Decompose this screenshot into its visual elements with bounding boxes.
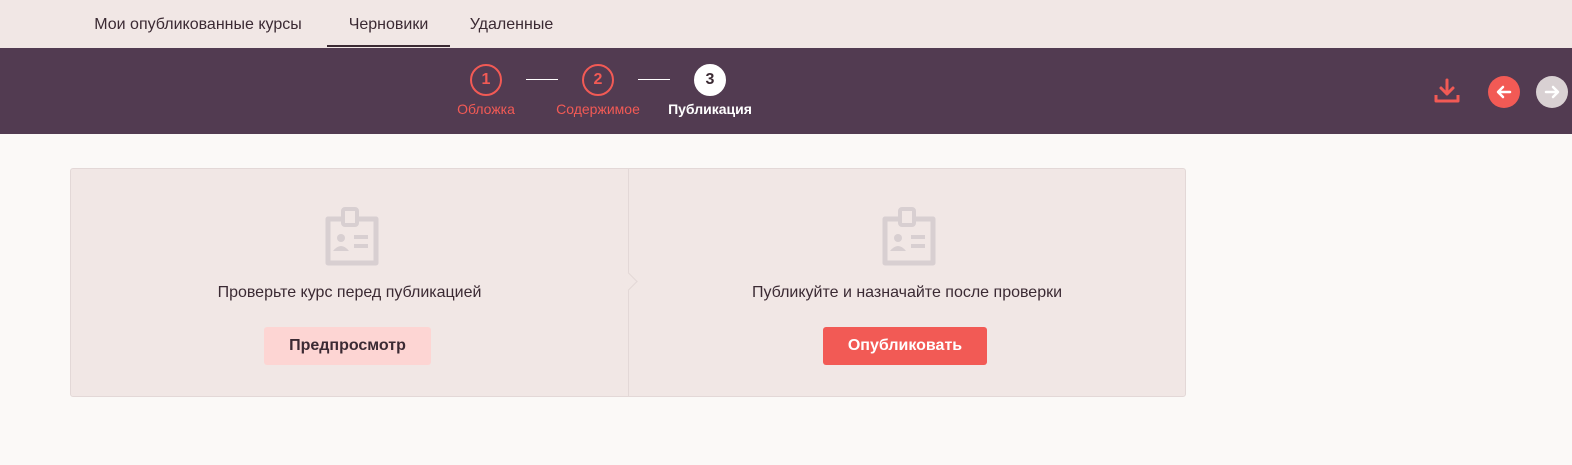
back-button[interactable] — [1488, 76, 1520, 108]
step-cover[interactable]: 1 Обложка — [450, 64, 522, 117]
step-number: 2 — [582, 64, 614, 96]
publish-panels: Проверьте курс перед публикацией Предпро… — [70, 168, 1186, 397]
step-label: Содержимое — [556, 101, 640, 117]
preview-panel: Проверьте курс перед публикацией Предпро… — [71, 169, 628, 396]
id-badge-icon — [877, 207, 937, 267]
tab-drafts[interactable]: Черновики — [327, 0, 450, 47]
publish-panel: Публикуйте и назначайте после проверки О… — [628, 169, 1185, 396]
step-publication[interactable]: 3 Публикация — [660, 64, 760, 117]
stepper-bar: 1 Обложка 2 Содержимое 3 Публикация — [0, 48, 1572, 134]
publish-description: Публикуйте и назначайте после проверки — [751, 284, 1063, 301]
download-icon[interactable] — [1432, 76, 1462, 106]
step-label: Обложка — [457, 101, 515, 117]
arrow-right-icon — [1544, 85, 1560, 99]
preview-button[interactable]: Предпросмотр — [264, 327, 431, 365]
step-label: Публикация — [668, 101, 752, 117]
step-number: 1 — [470, 64, 502, 96]
preview-description: Проверьте курс перед публикацией — [217, 284, 482, 301]
tab-published-courses[interactable]: Мои опубликованные курсы — [70, 0, 326, 47]
publish-button[interactable]: Опубликовать — [823, 327, 987, 365]
top-tabs: Мои опубликованные курсы Черновики Удале… — [0, 0, 1572, 48]
id-badge-icon — [320, 207, 380, 267]
tab-deleted[interactable]: Удаленные — [450, 0, 573, 47]
arrow-left-icon — [1496, 85, 1512, 99]
step-number: 3 — [694, 64, 726, 96]
forward-button[interactable] — [1536, 76, 1568, 108]
step-content[interactable]: 2 Содержимое — [548, 64, 648, 117]
